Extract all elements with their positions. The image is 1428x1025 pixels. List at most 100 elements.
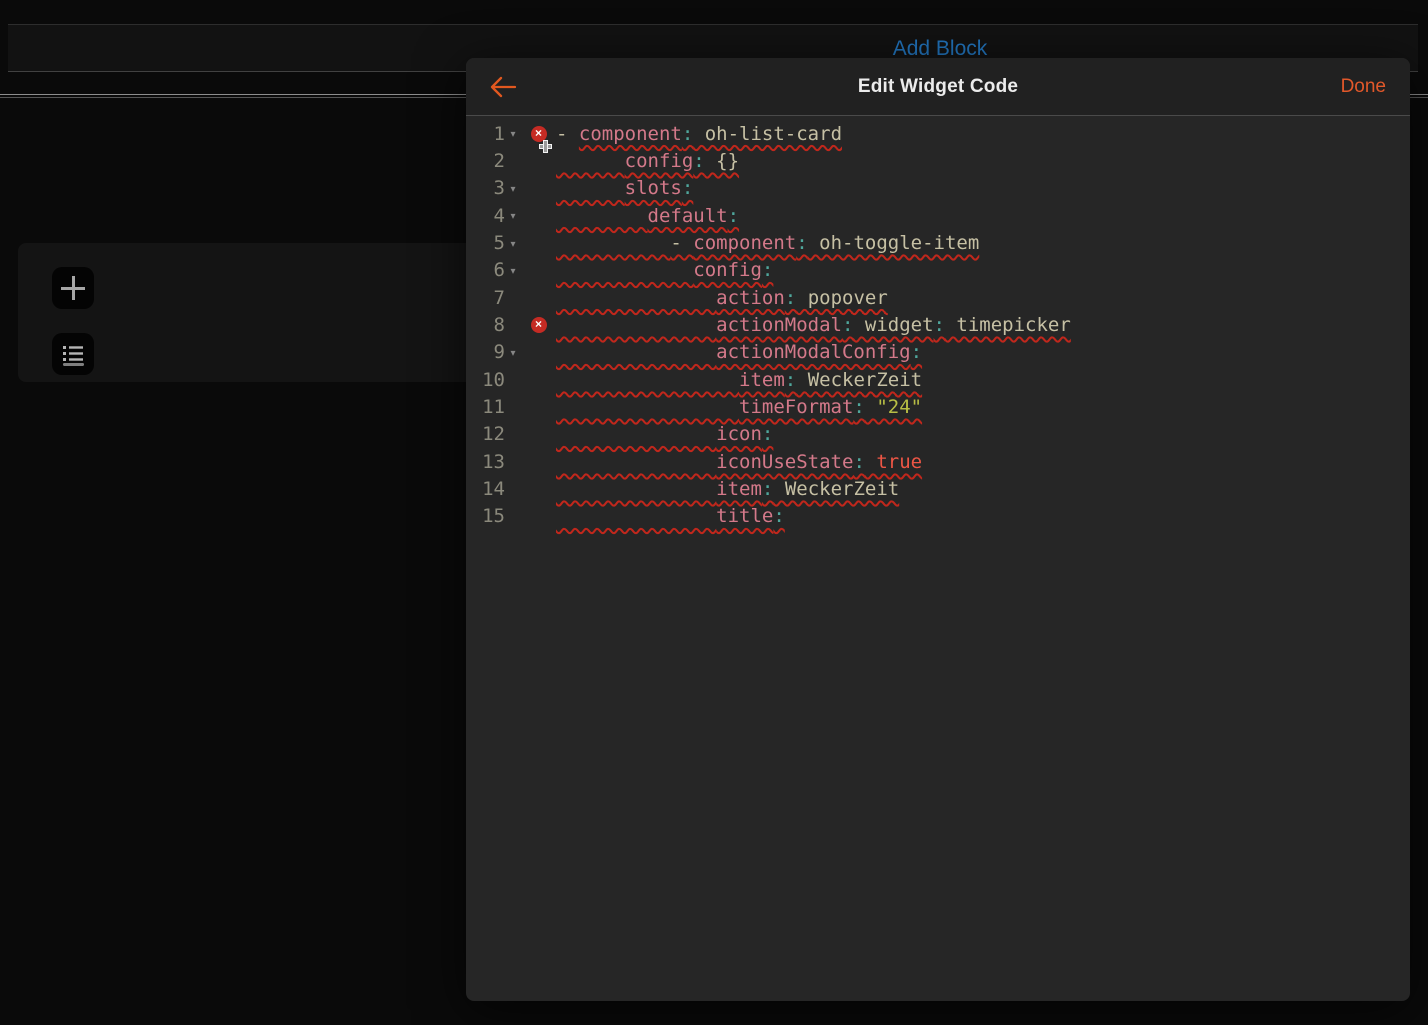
token-ws (556, 287, 716, 309)
lint-squiggle-span: config: (556, 259, 773, 281)
token-key: title (716, 505, 773, 527)
line-number: 1 (466, 123, 505, 145)
code-line[interactable]: 12 icon: (466, 421, 1410, 448)
token-ws (556, 150, 625, 172)
token-key: config (625, 150, 694, 172)
token-key: action (716, 287, 785, 309)
fold-spacer (505, 160, 521, 162)
token-ws (556, 205, 648, 227)
token-val: oh-toggle-item (808, 232, 980, 254)
yaml-code-editor[interactable]: 1▾×- component: oh-list-card2 config: {}… (466, 116, 1410, 1001)
done-button[interactable]: Done (1341, 76, 1386, 98)
code-text: action: popover (556, 287, 888, 309)
token-ws (556, 341, 716, 363)
code-line[interactable]: 5▾ - component: oh-toggle-item (466, 229, 1410, 256)
line-number: 4 (466, 205, 505, 227)
token-key: component (579, 123, 682, 145)
token-ws (556, 177, 625, 199)
token-punct: : (796, 232, 807, 254)
lint-squiggle-span: actionModal: widget: timepicker (556, 314, 1071, 336)
plus-icon (61, 276, 85, 300)
token-punct: : (762, 478, 773, 500)
token-val: oh-list-card (693, 123, 842, 145)
fold-spacer (505, 515, 521, 517)
token-key: config (693, 259, 762, 281)
token-key: item (716, 478, 762, 500)
token-punct: : (785, 369, 796, 391)
code-line[interactable]: 9▾ actionModalConfig: (466, 339, 1410, 366)
token-ws (556, 232, 670, 254)
error-badge-icon: × (521, 317, 556, 333)
list-card-icon (60, 341, 86, 367)
token-key: item (739, 369, 785, 391)
fold-arrow-icon[interactable]: ▾ (505, 182, 521, 195)
token-ws (556, 478, 716, 500)
code-line[interactable]: 3▾ slots: (466, 175, 1410, 202)
code-line[interactable]: 7 action: popover (466, 284, 1410, 311)
token-ws (556, 505, 716, 527)
token-key: default (648, 205, 728, 227)
token-val: timepicker (945, 314, 1071, 336)
fold-arrow-icon[interactable]: ▾ (505, 127, 521, 140)
code-text: icon: (556, 423, 773, 445)
token-key: icon (716, 423, 762, 445)
fold-spacer (505, 406, 521, 408)
code-line[interactable]: 10 item: WeckerZeit (466, 366, 1410, 393)
line-number: 10 (466, 369, 505, 391)
token-ws (556, 423, 716, 445)
code-text: default: (556, 205, 739, 227)
line-number: 6 (466, 259, 505, 281)
mouse-copy-cursor-icon (539, 140, 552, 153)
code-text: - component: oh-toggle-item (556, 232, 979, 254)
code-text: title: (556, 505, 785, 527)
lint-squiggle-span: icon: (556, 423, 773, 445)
token-key: slots (625, 177, 682, 199)
token-val: WeckerZeit (773, 478, 899, 500)
token-punct: : (785, 287, 796, 309)
line-number: 5 (466, 232, 505, 254)
token-punct: : (693, 150, 704, 172)
add-widget-button[interactable] (52, 267, 94, 309)
lint-squiggle-span: - component: oh-toggle-item (556, 232, 979, 254)
token-key: actionModalConfig (716, 341, 910, 363)
token-str: "24" (865, 396, 922, 418)
code-line[interactable]: 8 × actionModal: widget: timepicker (466, 311, 1410, 338)
fold-spacer (505, 433, 521, 435)
fold-arrow-icon[interactable]: ▾ (505, 264, 521, 277)
line-number: 3 (466, 177, 505, 199)
list-card-button[interactable] (52, 333, 94, 375)
token-punct: : (728, 205, 739, 227)
fold-arrow-icon[interactable]: ▾ (505, 346, 521, 359)
code-line[interactable]: 2 config: {} (466, 147, 1410, 174)
lint-squiggle-span: component: oh-list-card (579, 123, 842, 145)
line-number: 11 (466, 396, 505, 418)
lint-squiggle-span: timeFormat: "24" (556, 396, 922, 418)
line-number: 8 (466, 314, 505, 336)
code-line[interactable]: 14 item: WeckerZeit (466, 475, 1410, 502)
token-val: popover (796, 287, 888, 309)
code-line[interactable]: 4▾ default: (466, 202, 1410, 229)
code-line[interactable]: 15 title: (466, 503, 1410, 530)
edit-widget-code-modal: Edit Widget Code Done 1▾×- component: oh… (466, 58, 1410, 1001)
code-line[interactable]: 11 timeFormat: "24" (466, 393, 1410, 420)
code-text: slots: (556, 177, 693, 199)
fold-arrow-icon[interactable]: ▾ (505, 237, 521, 250)
fold-spacer (505, 461, 521, 463)
line-number: 9 (466, 341, 505, 363)
line-number: 2 (466, 150, 505, 172)
code-line[interactable]: 13 iconUseState: true (466, 448, 1410, 475)
code-line[interactable]: 1▾×- component: oh-list-card (466, 120, 1410, 147)
token-punct: : (762, 259, 773, 281)
token-punct: : (853, 396, 864, 418)
lint-squiggle-span: actionModalConfig: (556, 341, 922, 363)
fold-arrow-icon[interactable]: ▾ (505, 209, 521, 222)
lint-squiggle-span: default: (556, 205, 739, 227)
code-line[interactable]: 6▾ config: (466, 257, 1410, 284)
token-punct: : (762, 423, 773, 445)
code-text: config: (556, 259, 773, 281)
token-val: {} (705, 150, 739, 172)
code-text: actionModal: widget: timepicker (556, 314, 1071, 336)
token-punct: : (842, 314, 853, 336)
code-text: actionModalConfig: (556, 341, 922, 363)
token-key: actionModal (716, 314, 842, 336)
